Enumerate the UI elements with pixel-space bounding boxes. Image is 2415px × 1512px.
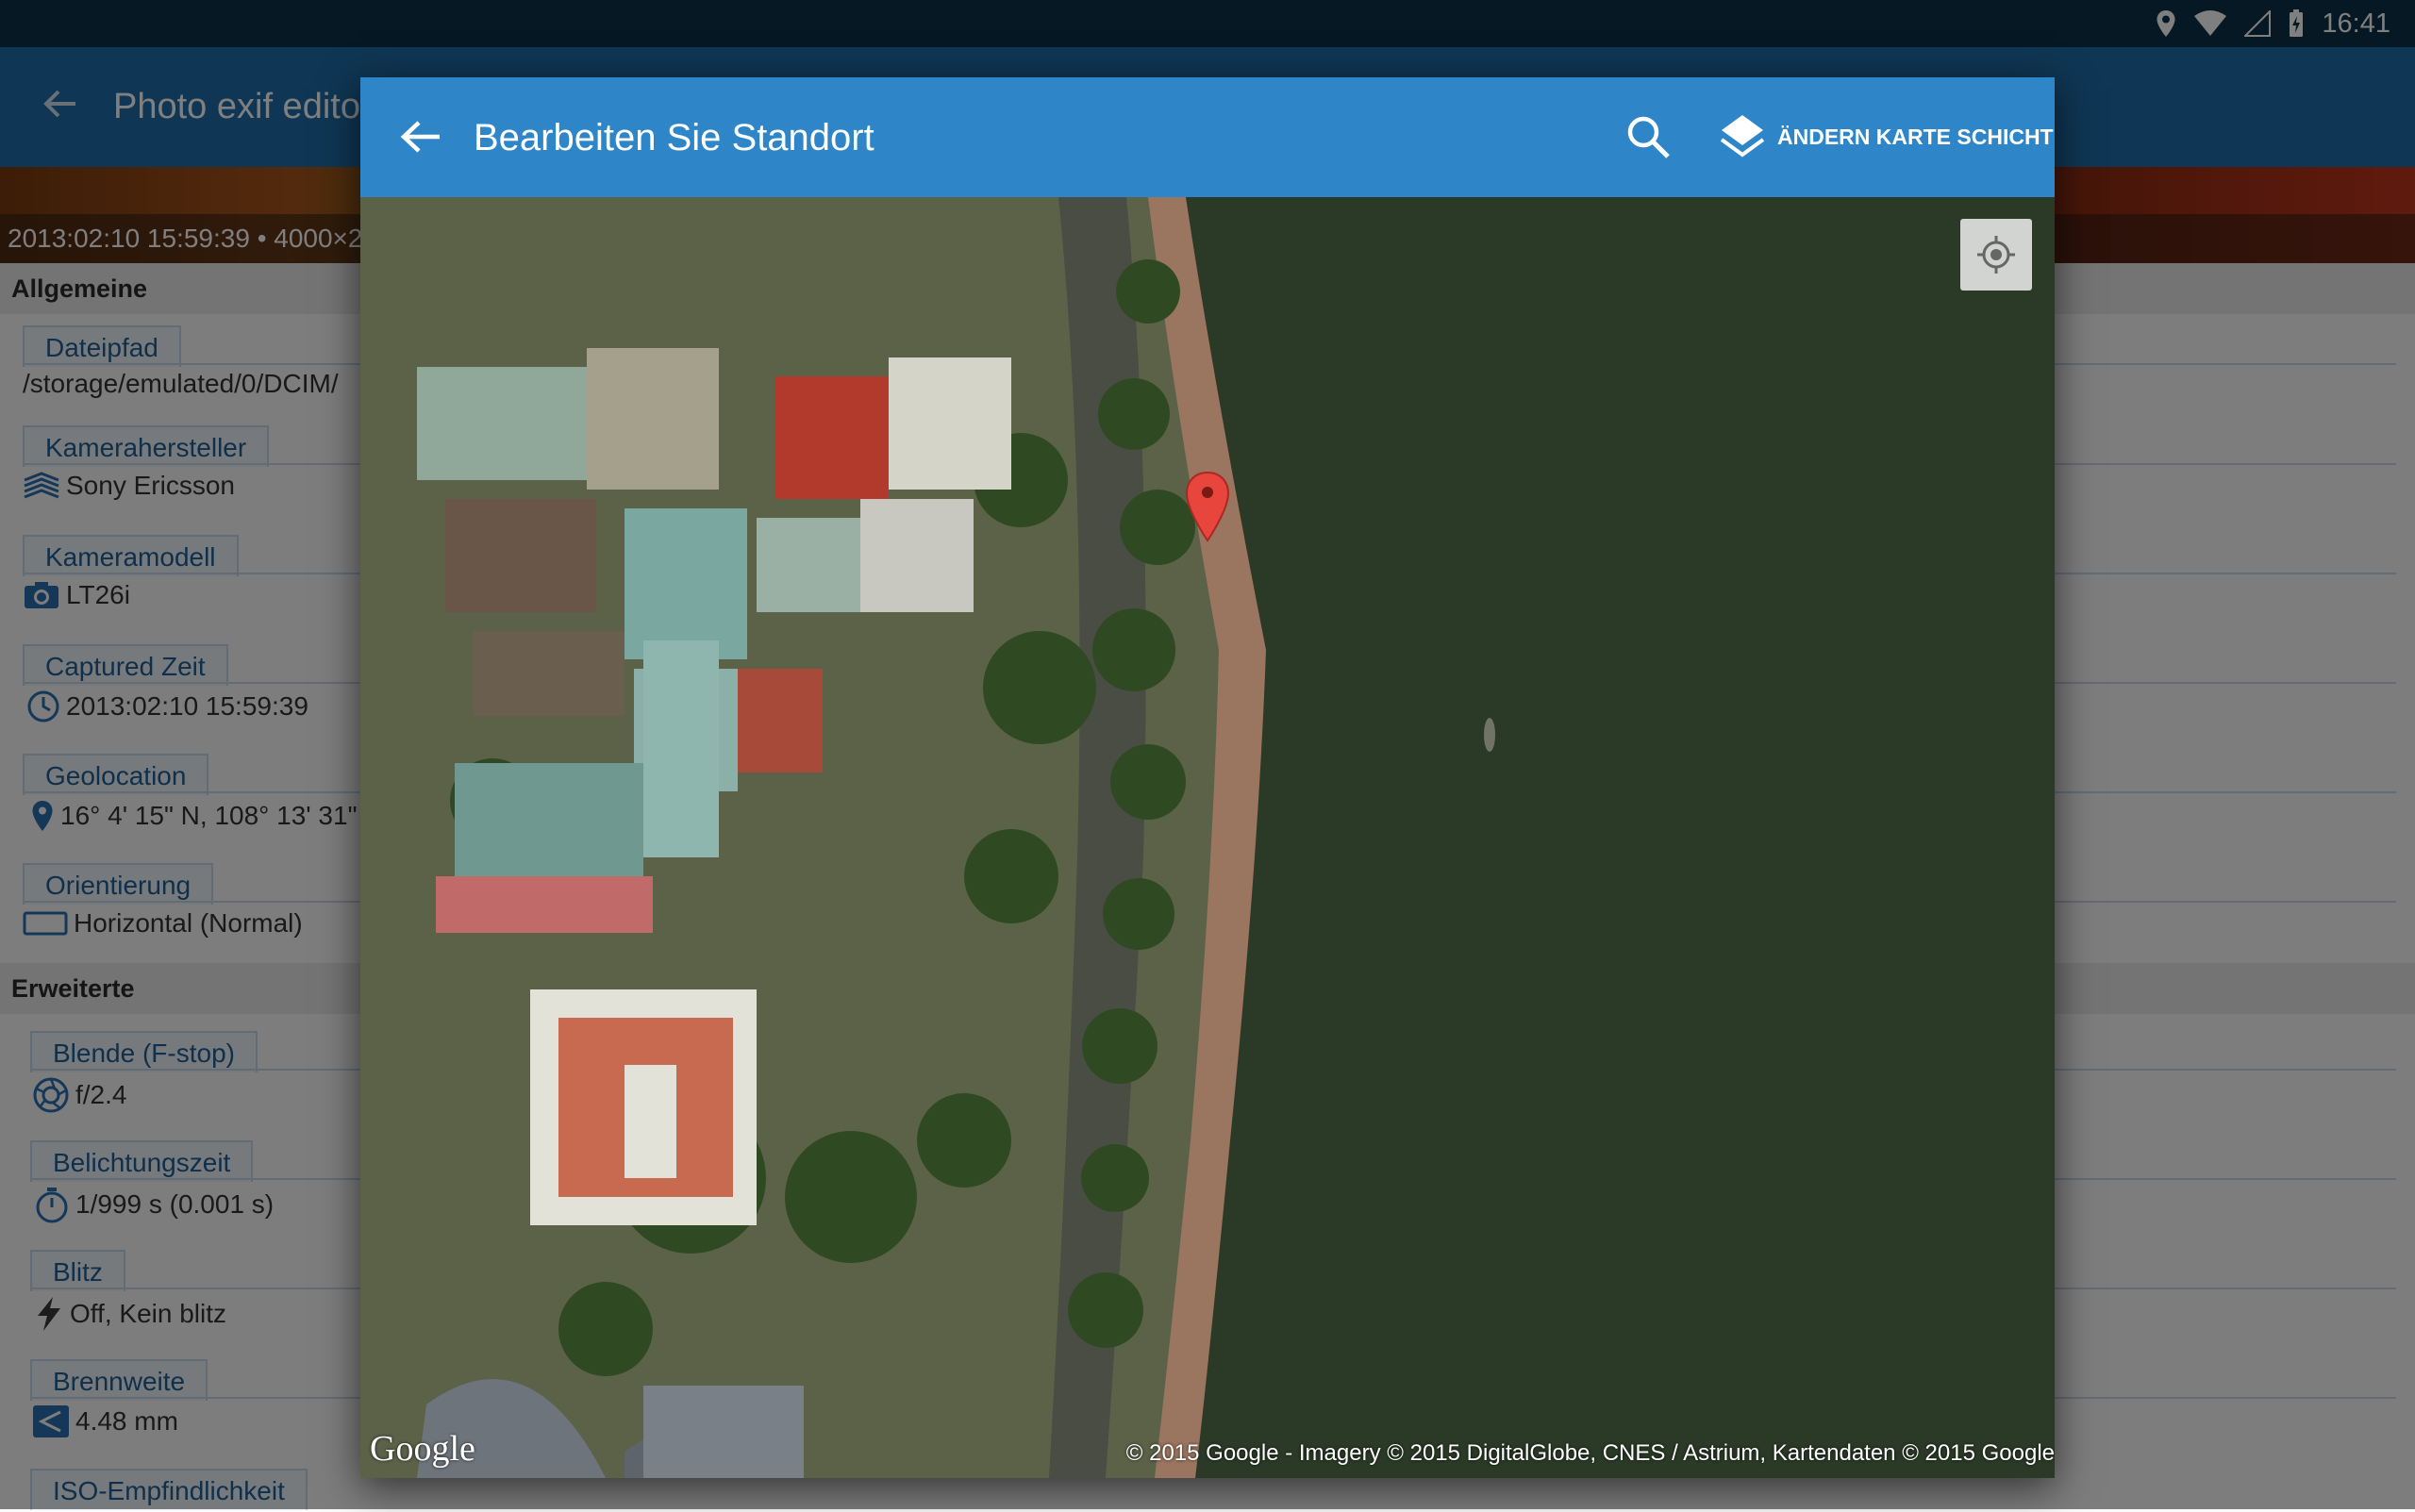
satellite-map[interactable]: Google © 2015 Google - Imagery © 2015 Di… — [360, 197, 2055, 1478]
dialog-toolbar: Bearbeiten Sie Standort ÄNDERN KARTE SCH… — [360, 77, 2055, 197]
change-map-layer-label: ÄNDERN KARTE SCHICHT — [1777, 124, 2054, 149]
satellite-imagery — [360, 197, 2055, 1478]
my-location-button[interactable] — [1960, 219, 2032, 291]
location-marker-icon[interactable] — [1185, 471, 1230, 542]
map-attribution: © 2015 Google - Imagery © 2015 DigitalGl… — [1125, 1440, 2055, 1466]
search-icon[interactable] — [1624, 113, 1672, 160]
crosshair-icon — [1977, 236, 2015, 274]
dialog-title: Bearbeiten Sie Standort — [474, 117, 874, 158]
back-arrow-icon[interactable] — [398, 117, 443, 157]
layers-icon — [1720, 115, 1765, 158]
google-logo: Google — [370, 1429, 475, 1469]
edit-location-dialog: Bearbeiten Sie Standort ÄNDERN KARTE SCH… — [360, 77, 2055, 1478]
change-map-layer-button[interactable]: ÄNDERN KARTE SCHICHT — [1719, 111, 2054, 162]
